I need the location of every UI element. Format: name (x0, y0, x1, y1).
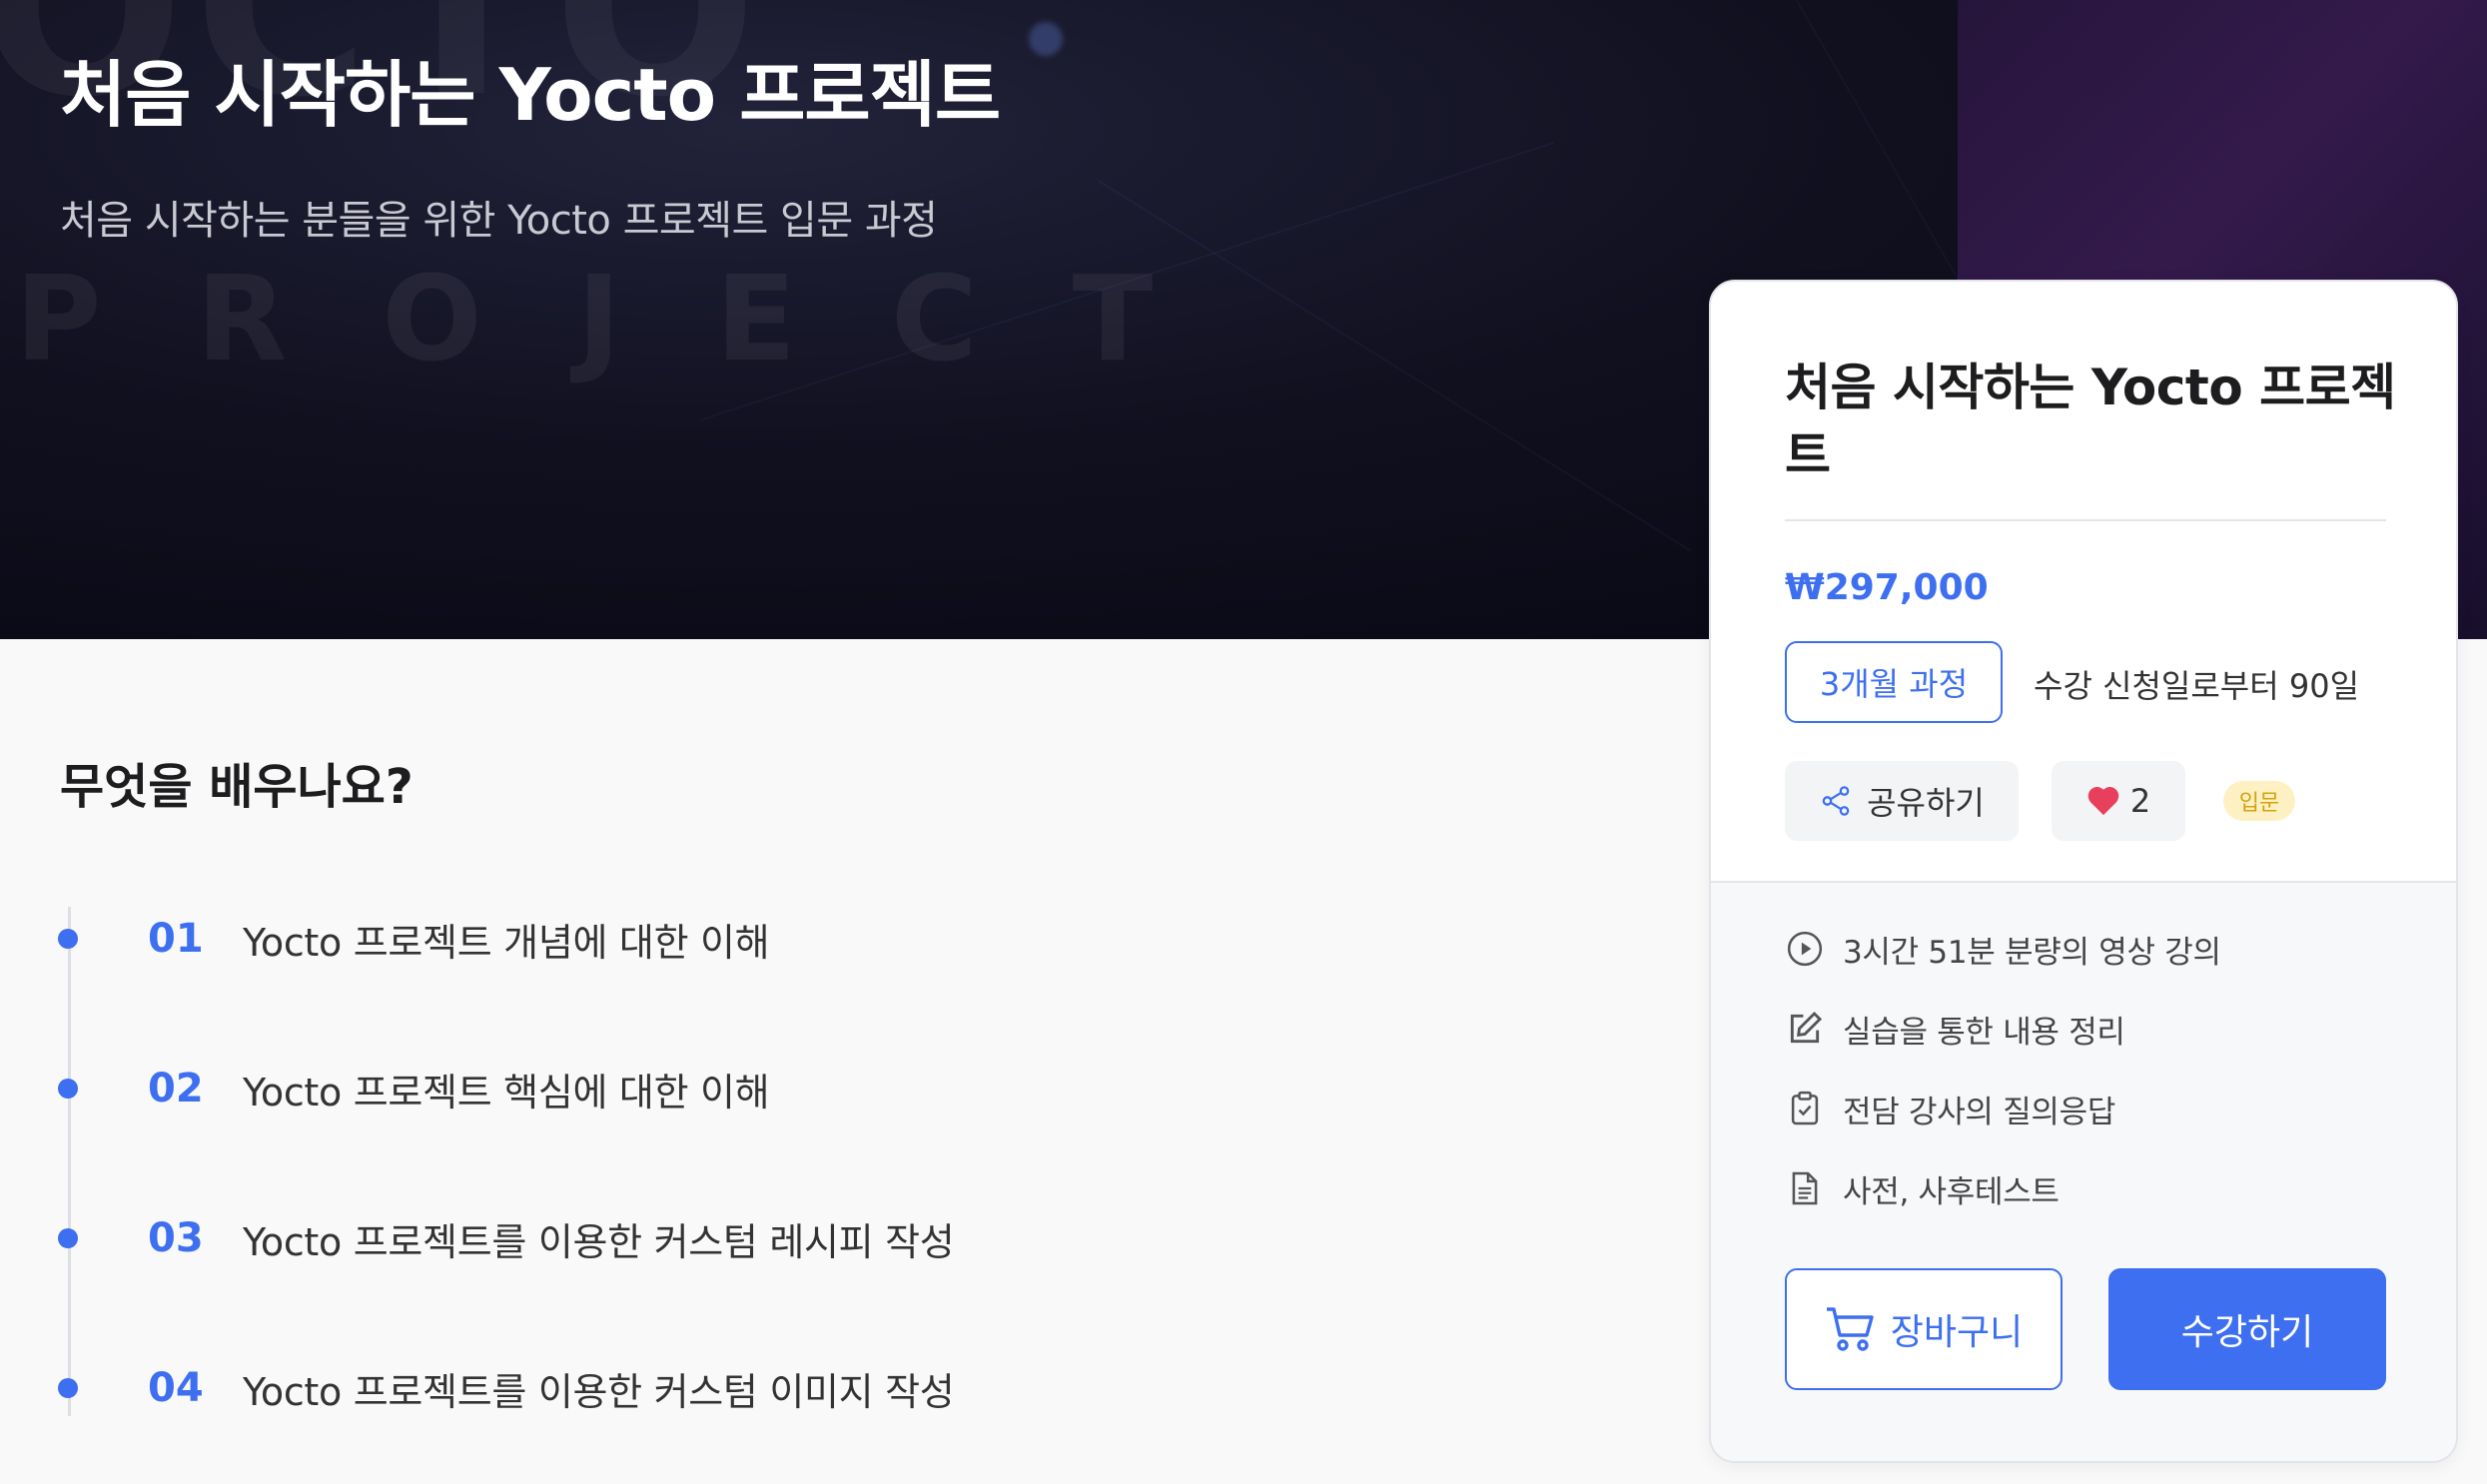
page-subtitle: 처음 시작하는 분들을 위한 Yocto 프로젝트 입문 과정 (60, 198, 938, 244)
course-purchase-card: 처음 시작하는 Yocto 프로젝트 ₩297,000 3개월 과정 수강 신청… (1709, 280, 2458, 1463)
learn-item: 01 Yocto 프로젝트 개념에 대한 이해 (58, 909, 770, 969)
timeline-dot (58, 1378, 78, 1398)
learn-item-number: 03 (148, 1215, 204, 1261)
learn-item: 02 Yocto 프로젝트 핵심에 대한 이해 (58, 1059, 770, 1118)
feature-text: 실습을 통한 내용 정리 (1843, 1014, 2125, 1051)
like-button[interactable]: 2 (2052, 761, 2185, 841)
share-button[interactable]: 공유하기 (1785, 761, 2019, 841)
feature-text: 전담 강사의 질의응답 (1843, 1094, 2116, 1130)
card-title: 처음 시작하는 Yocto 프로젝트 (1785, 359, 2396, 484)
learn-item-text: Yocto 프로젝트 핵심에 대한 이해 (243, 1070, 770, 1114)
learn-item-text: Yocto 프로젝트를 이용한 커스텀 레시피 작성 (243, 1219, 955, 1264)
learn-item-number: 01 (148, 916, 204, 962)
page-title: 처음 시작하는 Yocto 프로젝트 (60, 53, 1001, 137)
feature-text: 3시간 51분 분량의 영상 강의 (1843, 934, 2221, 971)
card-divider (1785, 519, 2386, 521)
clipboard-icon (1785, 1089, 1825, 1128)
like-count: 2 (2129, 782, 2151, 820)
hero-decor-dot (1029, 22, 1063, 56)
period-description: 수강 신청일로부터 90일 (2034, 667, 2360, 705)
share-icon (1822, 786, 1850, 816)
cart-icon (1826, 1307, 1874, 1351)
feature-text: 사전, 사후테스트 (1843, 1173, 2060, 1210)
edit-icon (1785, 1009, 1825, 1049)
learn-item: 04 Yocto 프로젝트를 이용한 커스텀 이미지 작성 (58, 1358, 955, 1418)
learn-item-number: 02 (148, 1066, 204, 1112)
timeline-dot (58, 1228, 78, 1248)
enroll-button[interactable]: 수강하기 (2108, 1268, 2386, 1390)
price: ₩297,000 (1785, 567, 1989, 608)
document-icon (1785, 1168, 1825, 1208)
feature-item: 사전, 사후테스트 (1785, 1166, 2060, 1210)
learn-item-text: Yocto 프로젝트를 이용한 커스텀 이미지 작성 (243, 1369, 955, 1414)
timeline-line (68, 907, 71, 1416)
learn-section-title: 무엇을 배우나요? (60, 759, 414, 815)
level-badge: 입문 (2223, 781, 2295, 821)
feature-item: 실습을 통한 내용 정리 (1785, 1007, 2125, 1051)
hero-watermark: PROJECT (15, 250, 1248, 387)
feature-item: 3시간 51분 분량의 영상 강의 (1785, 927, 2221, 971)
feature-item: 전담 강사의 질의응답 (1785, 1087, 2115, 1130)
add-to-cart-button[interactable]: 장바구니 (1785, 1268, 2063, 1390)
timeline-dot (58, 929, 78, 949)
timeline-dot (58, 1079, 78, 1099)
period-badge: 3개월 과정 (1785, 641, 2003, 723)
learn-item-number: 04 (148, 1365, 204, 1411)
share-label: 공유하기 (1867, 784, 1985, 822)
play-circle-icon (1785, 929, 1825, 969)
learn-item-text: Yocto 프로젝트 개념에 대한 이해 (243, 920, 770, 965)
cart-label: 장바구니 (1890, 1312, 2024, 1353)
learn-item: 03 Yocto 프로젝트를 이용한 커스텀 레시피 작성 (58, 1208, 955, 1268)
heart-icon (2087, 786, 2119, 816)
